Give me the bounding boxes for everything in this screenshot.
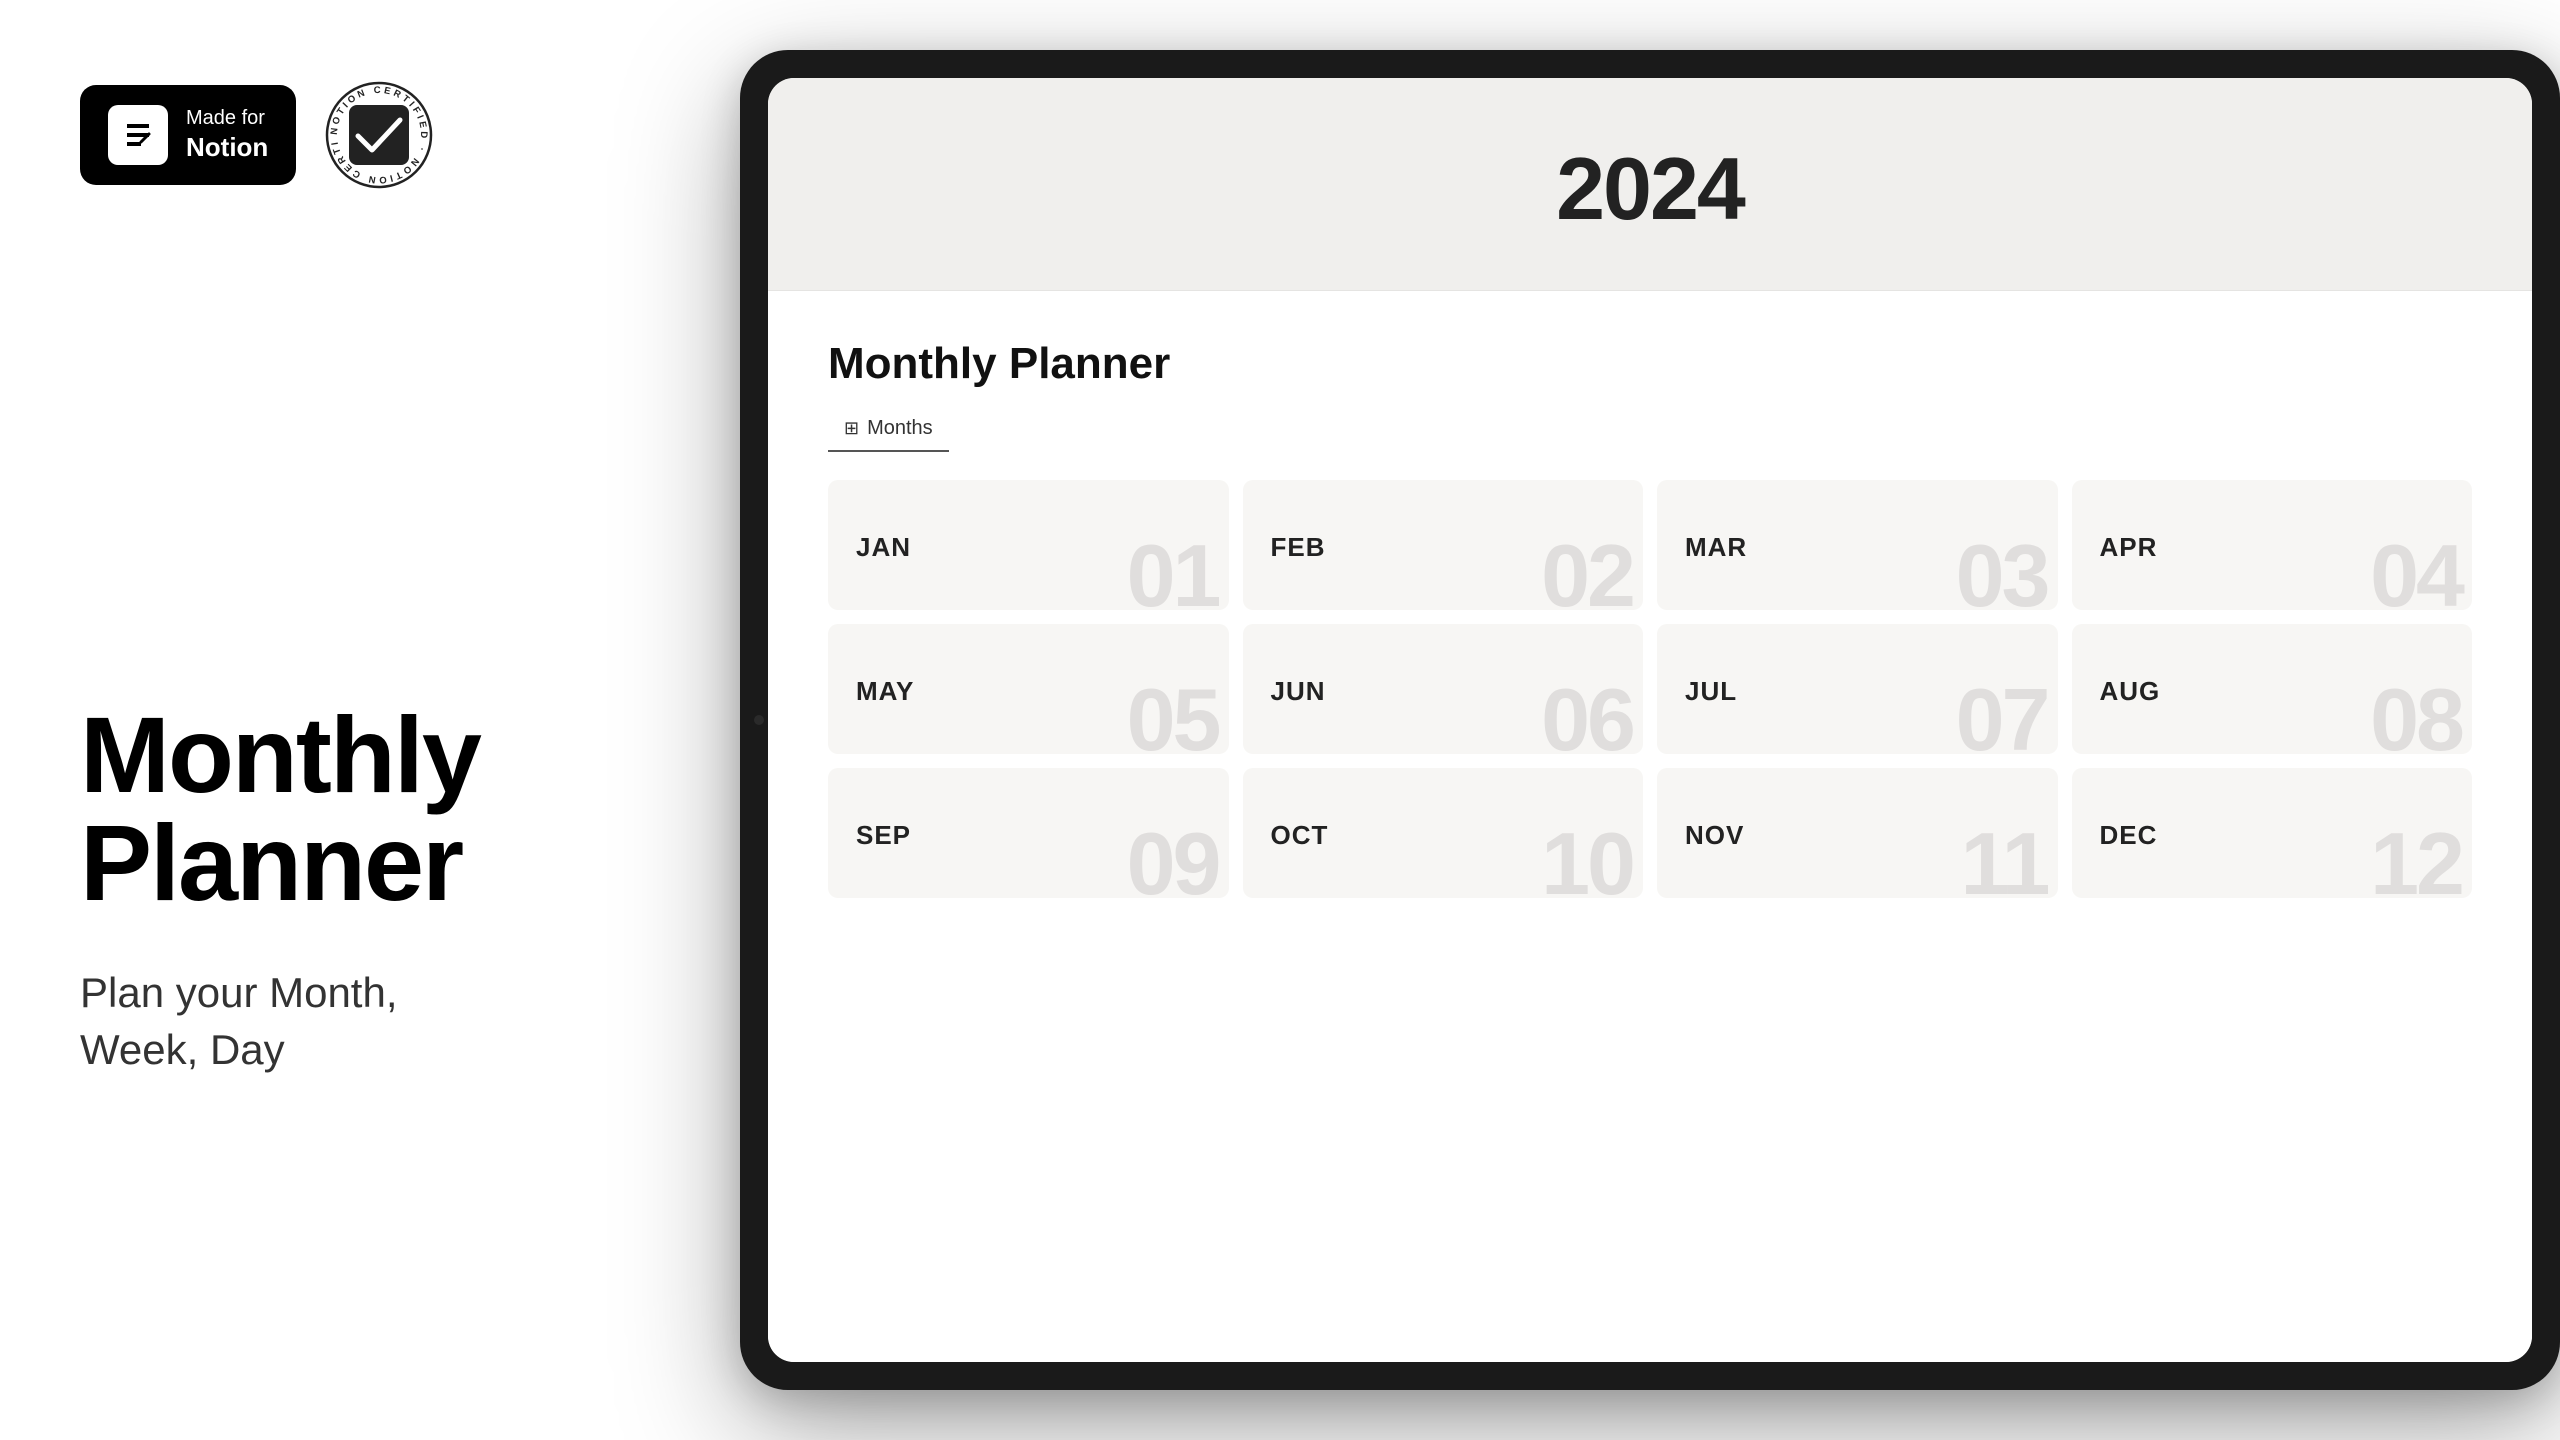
- month-name: MAY: [856, 676, 914, 707]
- made-for-notion-badge: Made for Notion: [80, 85, 296, 185]
- month-name: APR: [2100, 532, 2158, 563]
- month-number: 06: [1541, 676, 1633, 754]
- month-name: FEB: [1271, 532, 1326, 563]
- planner-title: Monthly Planner: [828, 339, 2472, 389]
- main-title: Monthly Planner: [80, 701, 540, 917]
- right-panel: 2024 Monthly Planner ⊞ Months JAN 01 FEB 02…: [620, 0, 2560, 1440]
- months-grid: JAN 01 FEB 02 MAR 03 APR 04 MAY 05 JUN 06 JUL 07 AUG 08…: [828, 480, 2472, 898]
- notion-certified-badge: NOTION CERTIFIED · NOTION CERTIFIED ·: [324, 80, 434, 190]
- month-number: 04: [2370, 532, 2462, 610]
- tablet-wrapper: 2024 Monthly Planner ⊞ Months JAN 01 FEB 02…: [740, 50, 2560, 1390]
- month-number: 09: [1127, 820, 1219, 898]
- month-card-jan[interactable]: JAN 01: [828, 480, 1229, 610]
- badge-bottom-text: Notion: [186, 131, 268, 164]
- badge-top-text: Made for: [186, 106, 268, 131]
- month-card-feb[interactable]: FEB 02: [1243, 480, 1644, 610]
- tablet-screen: 2024 Monthly Planner ⊞ Months JAN 01 FEB 02…: [768, 78, 2532, 1362]
- badges-container: Made for Notion NOTION CERTIFIED · NOTIO…: [80, 80, 434, 190]
- month-number: 05: [1127, 676, 1219, 754]
- month-number: 12: [2370, 820, 2462, 898]
- month-name: JAN: [856, 532, 911, 563]
- month-number: 02: [1541, 532, 1633, 610]
- subtitle: Plan your Month,Week, Day: [80, 965, 540, 1078]
- month-name: SEP: [856, 820, 911, 851]
- month-number: 07: [1956, 676, 2048, 754]
- grid-icon: ⊞: [844, 418, 859, 439]
- month-number: 08: [2370, 676, 2462, 754]
- month-name: OCT: [1271, 820, 1329, 851]
- months-tab[interactable]: ⊞ Months: [828, 409, 949, 452]
- month-card-nov[interactable]: NOV 11: [1657, 768, 2058, 898]
- month-card-aug[interactable]: AUG 08: [2072, 624, 2473, 754]
- tablet-frame: 2024 Monthly Planner ⊞ Months JAN 01 FEB 02…: [740, 50, 2560, 1390]
- month-number: 01: [1127, 532, 1219, 610]
- tab-label: Months: [867, 417, 933, 440]
- tablet-camera: [754, 715, 764, 725]
- month-number: 10: [1541, 820, 1633, 898]
- month-number: 11: [1960, 820, 2047, 898]
- month-name: DEC: [2100, 820, 2158, 851]
- year-display: 2024: [848, 138, 2452, 240]
- month-name: JUL: [1685, 676, 1737, 707]
- month-name: JUN: [1271, 676, 1326, 707]
- month-card-jun[interactable]: JUN 06: [1243, 624, 1644, 754]
- month-card-oct[interactable]: OCT 10: [1243, 768, 1644, 898]
- month-card-sep[interactable]: SEP 09: [828, 768, 1229, 898]
- tab-bar: ⊞ Months: [828, 409, 2472, 452]
- month-card-apr[interactable]: APR 04: [2072, 480, 2473, 610]
- title-line2: Planner: [80, 809, 540, 917]
- notion-icon: [108, 105, 168, 165]
- badge-text: Made for Notion: [186, 106, 268, 164]
- month-name: MAR: [1685, 532, 1747, 563]
- month-card-mar[interactable]: MAR 03: [1657, 480, 2058, 610]
- month-name: AUG: [2100, 676, 2161, 707]
- title-line1: Monthly: [80, 701, 540, 809]
- month-card-jul[interactable]: JUL 07: [1657, 624, 2058, 754]
- month-card-may[interactable]: MAY 05: [828, 624, 1229, 754]
- left-panel: Made for Notion NOTION CERTIFIED · NOTIO…: [0, 0, 620, 1440]
- month-card-dec[interactable]: DEC 12: [2072, 768, 2473, 898]
- month-number: 03: [1956, 532, 2048, 610]
- screen-header: 2024: [768, 78, 2532, 291]
- screen-content: Monthly Planner ⊞ Months JAN 01 FEB 02 MAR 03…: [768, 291, 2532, 1362]
- month-name: NOV: [1685, 820, 1744, 851]
